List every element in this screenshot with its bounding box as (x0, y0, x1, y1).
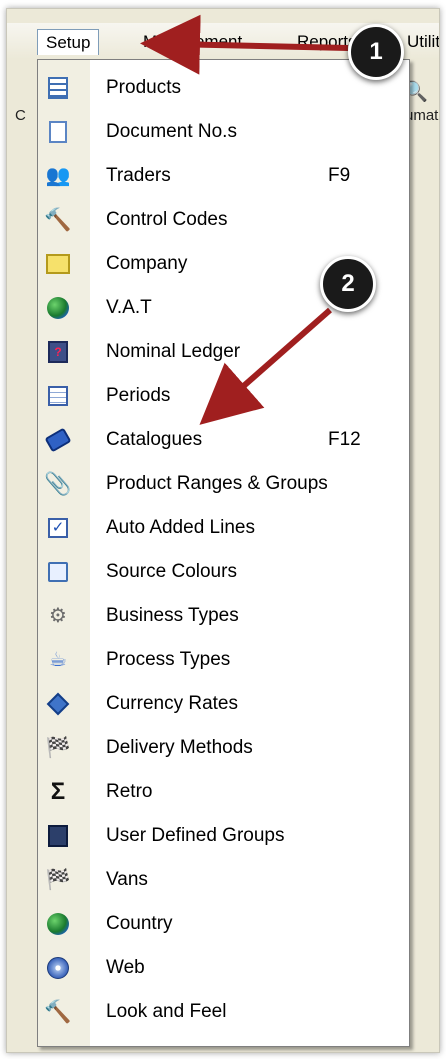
menu-item-label: Company (106, 253, 188, 274)
menu-item-catalogues[interactable]: Catalogues F12 (38, 420, 409, 460)
people-icon: 👥 (45, 165, 71, 187)
menu-item-product-ranges-groups[interactable]: 📎 Product Ranges & Groups (38, 464, 409, 504)
menu-item-label: Document No.s (106, 121, 237, 142)
menu-item-label: Web (106, 957, 145, 978)
annotation-badge-2: 2 (320, 256, 376, 312)
ledger-icon: ? (46, 340, 70, 364)
toolbar-right-fragment: umat (405, 107, 439, 124)
menu-item-label: Nominal Ledger (106, 341, 241, 362)
globe-icon (46, 912, 70, 936)
menu-item-label: User Defined Groups (106, 825, 285, 846)
app-window: Setup Management Reports Utilities C uma… (6, 8, 440, 1053)
menu-item-shortcut: F12 (328, 429, 361, 450)
grid-icon (46, 384, 70, 408)
menu-item-periods[interactable]: Periods (38, 376, 409, 416)
menu-item-shortcut: F9 (328, 165, 351, 186)
hammer-icon: 🔨 (44, 999, 72, 1024)
document-icon (46, 120, 70, 144)
menu-item-vans[interactable]: 🏁 Vans (38, 860, 409, 900)
menu-item-label: Product Ranges & Groups (106, 473, 328, 494)
menu-item-label: Country (106, 913, 173, 934)
menu-item-source-colours[interactable]: Source Colours (38, 552, 409, 592)
menu-item-label: Process Types (106, 649, 231, 670)
menu-item-label: Delivery Methods (106, 737, 253, 758)
menu-item-web[interactable]: Web (38, 948, 409, 988)
menu-item-control-codes[interactable]: 🔨 Control Codes (38, 200, 409, 240)
mug-icon: ☕ (49, 649, 67, 671)
menu-item-label: Look and Feel (106, 1001, 227, 1022)
palette-icon (46, 560, 70, 584)
flag-icon: 🏁 (45, 737, 71, 759)
hammer-icon: 🔨 (44, 207, 72, 232)
ruler-icon (46, 252, 70, 276)
menu-item-delivery-methods[interactable]: 🏁 Delivery Methods (38, 728, 409, 768)
menu-item-label: Traders (106, 165, 171, 186)
setup-dropdown-menu: Products Document No.s 👥 Traders F9 🔨 Co… (37, 59, 410, 1047)
menu-item-label: Auto Added Lines (106, 517, 255, 538)
web-icon (46, 956, 70, 980)
menu-item-label: Catalogues (106, 429, 203, 450)
menu-item-label: Control Codes (106, 209, 228, 230)
menu-item-products[interactable]: Products (38, 68, 409, 108)
menu-item-label: Source Colours (106, 561, 237, 582)
menu-item-country[interactable]: Country (38, 904, 409, 944)
products-icon (46, 76, 70, 100)
menu-item-business-types[interactable]: ⚙ Business Types (38, 596, 409, 636)
toolbar-left-fragment: C (15, 107, 26, 124)
menu-item-process-types[interactable]: ☕ Process Types (38, 640, 409, 680)
annotation-badge-1: 1 (348, 24, 404, 80)
gear-icon: ⚙ (49, 605, 67, 627)
diamond-icon (46, 692, 70, 716)
menu-setup[interactable]: Setup (37, 29, 100, 55)
sigma-icon: Σ (50, 778, 66, 805)
menu-item-label: Products (106, 77, 181, 98)
menu-item-document-nos[interactable]: Document No.s (38, 112, 409, 152)
menu-item-currency-rates[interactable]: Currency Rates (38, 684, 409, 724)
menu-item-retro[interactable]: Σ Retro (38, 772, 409, 812)
list-icon (46, 824, 70, 848)
globe-icon (46, 296, 70, 320)
book-icon (44, 427, 72, 453)
paperclip-icon: 📎 (44, 471, 72, 496)
checkbox-icon: ✓ (46, 516, 70, 540)
menu-item-traders[interactable]: 👥 Traders F9 (38, 156, 409, 196)
menu-management[interactable]: Management (135, 29, 250, 55)
menu-item-label: Business Types (106, 605, 239, 626)
menu-item-label: Retro (106, 781, 153, 802)
menu-item-auto-added-lines[interactable]: ✓ Auto Added Lines (38, 508, 409, 548)
menu-item-label: Vans (106, 869, 148, 890)
flag-icon: 🏁 (45, 869, 71, 891)
menu-item-nominal-ledger[interactable]: ? Nominal Ledger (38, 332, 409, 372)
menu-item-label: Currency Rates (106, 693, 238, 714)
menu-utilities[interactable]: Utilities (399, 29, 439, 55)
menu-item-user-defined-groups[interactable]: User Defined Groups (38, 816, 409, 856)
menu-item-label: Periods (106, 385, 171, 406)
menu-item-label: V.A.T (106, 297, 152, 318)
menu-item-look-and-feel[interactable]: 🔨 Look and Feel (38, 992, 409, 1032)
